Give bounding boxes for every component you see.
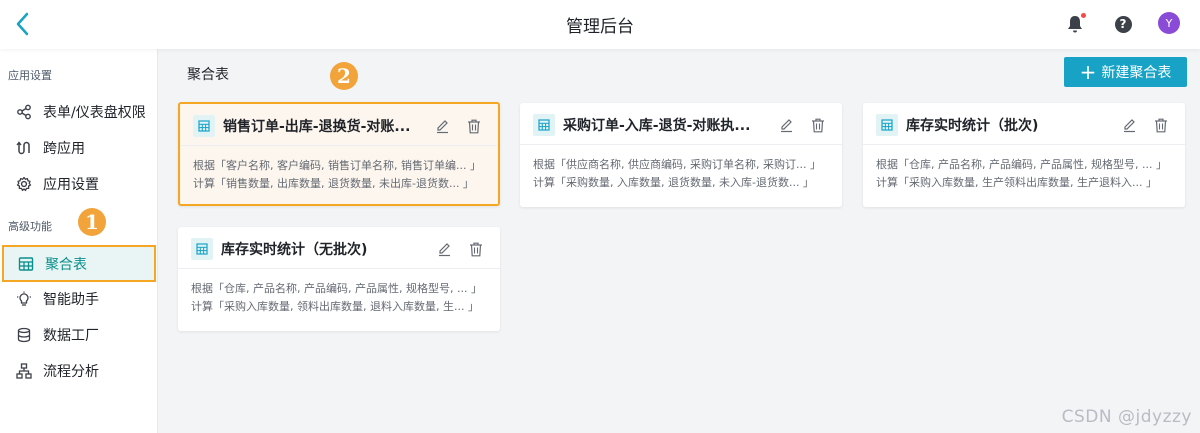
notification-button[interactable]	[1063, 12, 1087, 36]
flow-chart-icon	[15, 362, 33, 380]
table-icon	[17, 255, 35, 273]
trash-icon[interactable]	[1150, 114, 1172, 136]
sidebar-item-label: 跨应用	[43, 141, 85, 157]
aggregate-card[interactable]: 采购订单-入库-退货-对账执... 根据「供应商名称, 供应商编码, 采购订单名…	[520, 103, 842, 207]
watermark: CSDN @jdyzzy	[1061, 407, 1192, 427]
edit-icon[interactable]	[431, 115, 453, 137]
top-header: 管理后台 ? Y	[0, 0, 1200, 49]
sidebar-item-process-analysis[interactable]: 流程分析	[2, 354, 156, 388]
card-group-by: 根据「仓库, 产品名称, 产品编码, 产品属性, 规格型号, ... 」	[191, 282, 482, 295]
sidebar-item-label: 聚合表	[45, 256, 87, 273]
sidebar-item-label: 数据工厂	[43, 328, 99, 344]
sidebar-item-label: 流程分析	[43, 364, 99, 380]
table-icon	[193, 115, 215, 137]
aggregate-card[interactable]: 销售订单-出库-退换货-对账... 根据「客户名称, 客户编码, 销售订单名称,…	[178, 102, 500, 206]
aggregate-card[interactable]: 库存实时统计（无批次) 根据「仓库, 产品名称, 产品编码, 产品属性, 规格型…	[178, 227, 500, 331]
sidebar-item-form-permissions[interactable]: 表单/仪表盘权限	[2, 95, 156, 129]
card-divider	[520, 144, 842, 145]
card-title: 库存实时统计（批次)	[906, 118, 1039, 134]
trash-icon[interactable]	[807, 114, 829, 136]
sidebar-item-data-factory[interactable]: 数据工厂	[2, 318, 156, 352]
card-header: 库存实时统计（无批次)	[191, 237, 487, 261]
card-group-by: 根据「供应商名称, 供应商编码, 采购订单名称, 采购订... 」	[533, 158, 821, 171]
sidebar-item-app-settings[interactable]: 应用设置	[2, 167, 156, 201]
help-button[interactable]: ?	[1111, 12, 1135, 36]
table-icon	[191, 238, 213, 260]
section-title-advanced: 高级功能	[8, 220, 52, 233]
page-title: 管理后台	[566, 17, 634, 37]
question-icon: ?	[1114, 15, 1132, 33]
sidebar-item-aggregate-table[interactable]: 聚合表	[2, 245, 156, 282]
plus-icon: +	[1079, 60, 1097, 84]
table-icon	[876, 114, 898, 136]
card-calculate: 计算「采购入库数量, 生产领料出库数量, 生产退料入... 」	[876, 176, 1157, 189]
table-icon	[533, 114, 555, 136]
card-divider	[863, 144, 1185, 145]
sidebar-item-smart-assistant[interactable]: 智能助手	[2, 282, 156, 316]
card-header: 采购订单-入库-退货-对账执...	[533, 113, 829, 137]
cross-app-icon	[15, 139, 33, 157]
trash-icon[interactable]	[463, 115, 485, 137]
lightbulb-icon	[15, 290, 33, 308]
notification-dot	[1080, 12, 1087, 19]
database-icon	[15, 326, 33, 344]
card-group-by: 根据「客户名称, 客户编码, 销售订单名称, 销售订单编... 」	[193, 159, 481, 172]
share-nodes-icon	[15, 103, 33, 121]
card-calculate: 计算「采购数量, 入库数量, 退货数量, 未入库-退货数... 」	[533, 176, 814, 189]
trash-icon[interactable]	[465, 238, 487, 260]
sidebar-item-label: 表单/仪表盘权限	[43, 105, 146, 121]
annotation-badge-2: 2	[330, 62, 358, 90]
sidebar-item-label: 应用设置	[43, 177, 99, 193]
card-divider	[180, 145, 498, 146]
card-title: 采购订单-入库-退货-对账执...	[563, 118, 751, 134]
sidebar: 应用设置 表单/仪表盘权限 跨应用 应用设置 高级功能 聚合表 智能助手 数据工…	[0, 49, 158, 433]
annotation-badge-1: 1	[78, 208, 106, 236]
edit-icon[interactable]	[433, 238, 455, 260]
card-calculate: 计算「销售数量, 出库数量, 退货数量, 未出库-退货数... 」	[193, 177, 474, 190]
aggregate-card[interactable]: 库存实时统计（批次) 根据「仓库, 产品名称, 产品编码, 产品属性, 规格型号…	[863, 103, 1185, 207]
edit-icon[interactable]	[775, 114, 797, 136]
card-group-by: 根据「仓库, 产品名称, 产品编码, 产品属性, 规格型号, ... 」	[876, 158, 1167, 171]
card-calculate: 计算「采购入库数量, 领料出库数量, 退料入库数量, 生... 」	[191, 300, 479, 313]
new-button-label: 新建聚合表	[1101, 65, 1172, 81]
section-title-app-settings: 应用设置	[8, 69, 52, 82]
new-aggregate-table-button[interactable]: + 新建聚合表	[1064, 57, 1187, 87]
sidebar-item-label: 智能助手	[43, 292, 99, 308]
sidebar-item-cross-app[interactable]: 跨应用	[2, 131, 156, 165]
avatar[interactable]: Y	[1158, 12, 1180, 34]
gear-icon	[15, 175, 33, 193]
card-header: 库存实时统计（批次)	[876, 113, 1172, 137]
card-title: 库存实时统计（无批次)	[221, 242, 368, 258]
card-title: 销售订单-出库-退换货-对账...	[223, 119, 411, 135]
edit-icon[interactable]	[1118, 114, 1140, 136]
card-header: 销售订单-出库-退换货-对账...	[193, 114, 485, 138]
card-divider	[178, 268, 500, 269]
section-heading: 聚合表	[187, 67, 229, 83]
